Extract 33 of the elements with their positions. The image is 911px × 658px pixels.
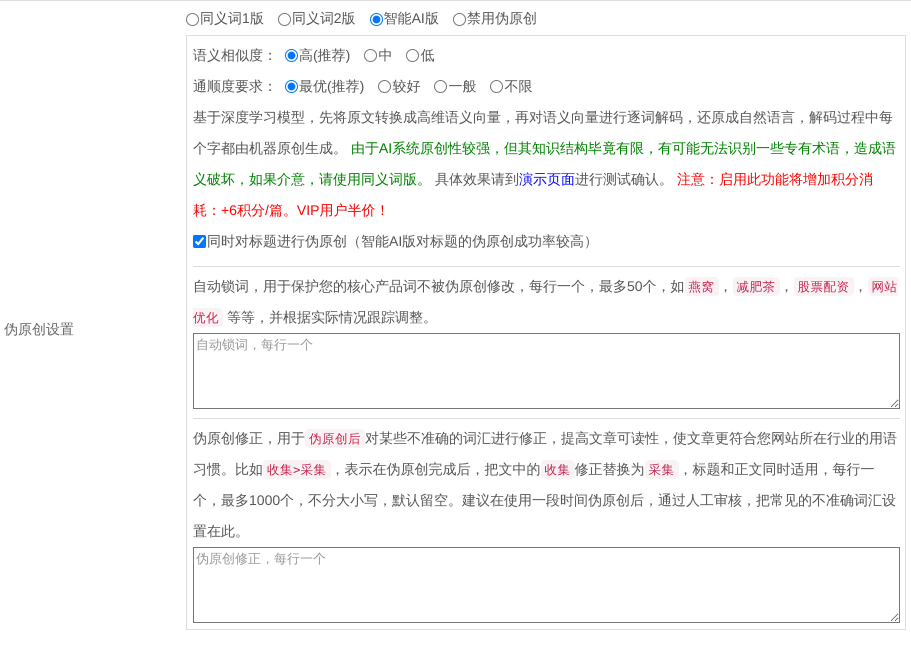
radio-button[interactable] [285, 80, 298, 93]
radio-button[interactable] [434, 80, 448, 93]
radio-label[interactable]: 不限 [504, 78, 532, 96]
setting-label: 伪原创设置 [3, 320, 74, 338]
radio-label[interactable]: 一般 [448, 78, 476, 96]
radio-label[interactable]: 较好 [392, 78, 420, 96]
radio-button[interactable] [452, 12, 466, 26]
radio-button[interactable] [364, 49, 378, 62]
description-text: 伪原创修正，用于 伪原创后 对某些不准确的词汇进行修正，提高文章可读性，使文章更符合您网站所在行业的用语习惯。比如 收集>采集 ，表示在伪原创完成后，把文中的 收集 修正替换为 采集 ，标题和正文同时适用，每行一个，最多1000个，不分大小写，默认留空。建议在使用一段时间伪原创后，通过人工审核，把常见的不准确词汇设置在此。 [193, 428, 898, 541]
radio-button[interactable] [406, 49, 420, 62]
option-label: 通顺度要求： [193, 78, 277, 96]
radio-label[interactable]: 最优(推荐) [299, 78, 364, 96]
description-text: 自动锁词，用于保护您的核心产品词不被伪原创修改，每行一个，最多50个，如 燕窝 ， 减肥茶 ， 股票配资 ， 网站优化 等等，并根据实际情况跟踪调整。 [193, 276, 899, 329]
radio-label[interactable]: 高(推荐) [299, 46, 350, 64]
words-textarea[interactable]: 自动锁词，每行一个 [193, 333, 900, 409]
radio-button[interactable] [378, 80, 392, 93]
radio-label[interactable]: 中 [378, 46, 392, 64]
description-text: 基于深度学习模型，先将原文转换成高维语义向量，再对语义向量进行逐词解码，还原成自然语言，解码过程中每个字都由机器原创生成。 由于AI系统原创性较强，但其知识结构毕竟有限，有可能无法识别一些专有术语，造成语义破坏，如果介意，请使用同义词版。 具体效果请到演示页面进行测试确认。 注意：启用此功能将增加积分消耗：+6积分/篇。VIP用户半价！ [193, 108, 898, 220]
radio-label[interactable]: 同义词2版 [292, 10, 356, 28]
checkbox[interactable] [193, 235, 206, 248]
radio-button[interactable] [490, 80, 504, 93]
radio-button[interactable] [285, 49, 298, 62]
demo-page-link[interactable]: 演示页面 [518, 171, 575, 187]
checkbox-label[interactable]: 同时对标题进行伪原创（智能AI版对标题的伪原创成功率较高） [207, 232, 598, 250]
radio-button[interactable] [278, 12, 291, 26]
radio-label[interactable]: 低 [420, 46, 434, 64]
radio-button[interactable] [186, 12, 199, 26]
radio-label[interactable]: 同义词1版 [200, 10, 264, 28]
radio-label[interactable]: 智能AI版 [384, 10, 439, 28]
radio-label[interactable]: 禁用伪原创 [466, 10, 537, 28]
radio-button[interactable] [370, 12, 383, 26]
words-textarea[interactable]: 伪原创修正，每行一个 [193, 547, 900, 623]
option-label: 语义相似度： [193, 46, 277, 64]
